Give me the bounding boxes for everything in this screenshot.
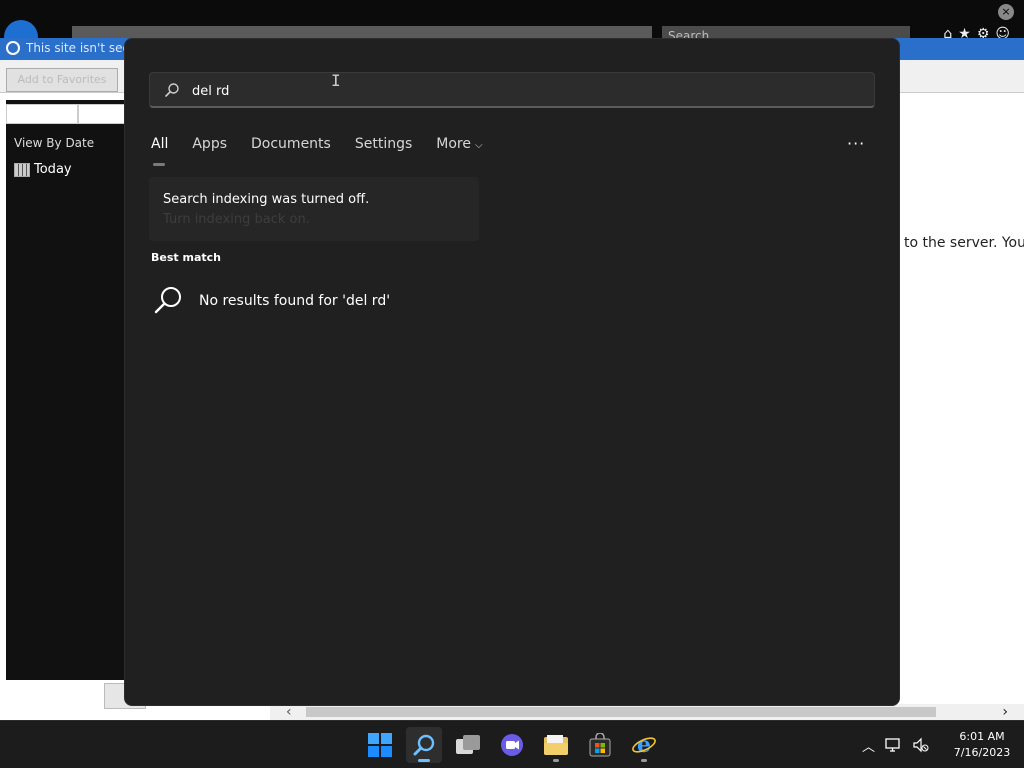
- scrollbar-thumb[interactable]: [306, 707, 936, 717]
- running-indicator: [553, 759, 559, 762]
- store-icon: [589, 733, 611, 757]
- sidebar-tab[interactable]: [78, 104, 126, 124]
- search-icon: [154, 287, 181, 314]
- clock-time: 6:01 AM: [959, 730, 1005, 743]
- sidebar-tab[interactable]: [6, 104, 78, 124]
- windows-logo-icon: [368, 733, 392, 757]
- sidebar-tabs: [6, 104, 126, 124]
- active-indicator: [418, 759, 430, 762]
- internet-explorer-icon: e: [632, 732, 656, 758]
- chat-button[interactable]: [494, 727, 530, 763]
- taskbar-clock[interactable]: 6:01 AM 7/16/2023: [944, 729, 1020, 761]
- tab-more-label: More: [436, 136, 471, 152]
- file-explorer-button[interactable]: [538, 727, 574, 763]
- text-cursor-icon: I: [331, 71, 341, 90]
- turn-indexing-on-link[interactable]: Turn indexing back on.: [163, 212, 310, 227]
- indexing-notice-title: Search indexing was turned off.: [163, 192, 370, 207]
- window-controls: ×: [894, 4, 1014, 22]
- tab-documents[interactable]: Documents: [251, 136, 331, 160]
- best-match-heading: Best match: [151, 251, 221, 264]
- system-tray: ︿: [862, 727, 929, 763]
- indexing-notice: Search indexing was turned off. Turn ind…: [149, 177, 479, 241]
- view-by-date-dropdown[interactable]: View By Date: [14, 136, 94, 150]
- clock-date: 7/16/2023: [953, 746, 1011, 759]
- network-icon[interactable]: [885, 737, 903, 753]
- scroll-right-icon[interactable]: ›: [1002, 704, 1008, 720]
- microsoft-store-button[interactable]: [582, 727, 618, 763]
- history-item-label: Today: [34, 162, 72, 177]
- chevron-up-icon[interactable]: ︿: [862, 736, 875, 755]
- search-input[interactable]: [190, 79, 794, 103]
- search-icon: [165, 83, 179, 97]
- search-box[interactable]: [149, 72, 875, 108]
- tab-all[interactable]: All: [151, 136, 168, 166]
- more-options-button[interactable]: ···: [847, 134, 865, 153]
- internet-explorer-button[interactable]: e: [626, 727, 662, 763]
- no-results-text: No results found for 'del rd': [199, 293, 391, 309]
- tab-more[interactable]: More ⌵: [436, 136, 482, 160]
- site-icon: [6, 41, 20, 55]
- horizontal-scrollbar[interactable]: ‹ ›: [270, 704, 1024, 720]
- taskbar: e ︿ 6:01 AM 7/16/2023: [0, 720, 1024, 768]
- running-indicator: [641, 759, 647, 762]
- search-filter-tabs: All Apps Documents Settings More ⌵: [151, 136, 483, 166]
- folder-icon: [544, 735, 568, 755]
- page-content-text: to the server. You: [904, 235, 1024, 251]
- taskbar-search-button[interactable]: [406, 727, 442, 763]
- start-button[interactable]: [362, 727, 398, 763]
- search-icon: [413, 734, 435, 756]
- scroll-left-icon[interactable]: ‹: [286, 704, 292, 720]
- history-sidebar: View By Date Today: [6, 100, 126, 680]
- task-view-button[interactable]: [450, 727, 486, 763]
- chat-icon: [501, 734, 523, 756]
- tab-settings[interactable]: Settings: [355, 136, 412, 160]
- chevron-down-icon: ⌵: [474, 140, 483, 151]
- task-view-icon: [456, 735, 480, 754]
- calendar-icon: [14, 162, 30, 177]
- history-item-today[interactable]: Today: [14, 162, 72, 177]
- svg-text:e: e: [637, 732, 651, 758]
- tab-apps[interactable]: Apps: [192, 136, 227, 160]
- close-icon[interactable]: ×: [998, 4, 1014, 20]
- no-results-row: No results found for 'del rd': [151, 283, 390, 319]
- volume-muted-icon[interactable]: [913, 737, 929, 753]
- add-to-favorites-button[interactable]: Add to Favorites: [6, 68, 118, 92]
- start-search-panel: I All Apps Documents Settings More⌵ ··· …: [124, 38, 900, 706]
